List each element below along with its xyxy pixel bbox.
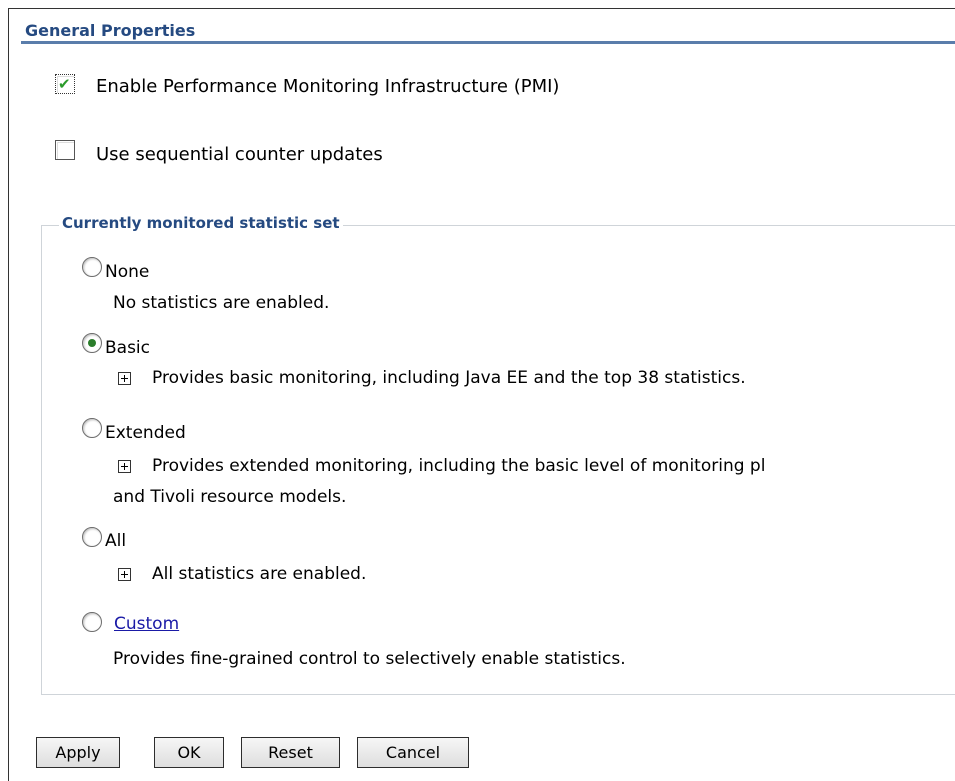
extended-description-line1: Provides extended monitoring, including … xyxy=(152,456,766,476)
statistic-set-legend: Currently monitored statistic set xyxy=(59,214,343,232)
basic-description: Provides basic monitoring, including Jav… xyxy=(152,368,746,388)
section-title: General Properties xyxy=(25,21,196,40)
sequential-updates-label[interactable]: Use sequential counter updates xyxy=(96,144,383,166)
radio-extended[interactable] xyxy=(82,418,102,438)
custom-link[interactable]: Custom xyxy=(114,614,179,634)
radio-custom[interactable] xyxy=(82,612,102,632)
none-description: No statistics are enabled. xyxy=(113,293,330,313)
sequential-updates-checkbox[interactable] xyxy=(55,140,75,160)
radio-extended-label[interactable]: Extended xyxy=(105,423,186,443)
ok-button[interactable]: OK xyxy=(154,737,224,768)
custom-description: Provides fine-grained control to selecti… xyxy=(113,649,626,669)
radio-all-label[interactable]: All xyxy=(105,531,126,551)
expand-extended-icon[interactable] xyxy=(118,460,131,473)
expand-basic-icon[interactable] xyxy=(118,372,131,385)
title-divider xyxy=(21,41,955,44)
radio-selected-dot-icon xyxy=(88,339,96,347)
radio-basic[interactable] xyxy=(82,333,102,353)
enable-pmi-label[interactable]: Enable Performance Monitoring Infrastruc… xyxy=(96,76,559,98)
radio-none[interactable] xyxy=(82,257,102,277)
checkmark-icon: ✔ xyxy=(58,75,71,93)
radio-all[interactable] xyxy=(82,527,102,547)
reset-button[interactable]: Reset xyxy=(241,737,340,768)
extended-description-line2: and Tivoli resource models. xyxy=(113,487,347,507)
apply-button[interactable]: Apply xyxy=(36,737,120,768)
enable-pmi-checkbox[interactable]: ✔ xyxy=(55,74,75,94)
cancel-button[interactable]: Cancel xyxy=(357,737,469,768)
expand-all-icon[interactable] xyxy=(118,568,131,581)
radio-none-label[interactable]: None xyxy=(105,262,149,282)
all-description: All statistics are enabled. xyxy=(152,564,367,584)
radio-basic-label[interactable]: Basic xyxy=(105,338,150,358)
